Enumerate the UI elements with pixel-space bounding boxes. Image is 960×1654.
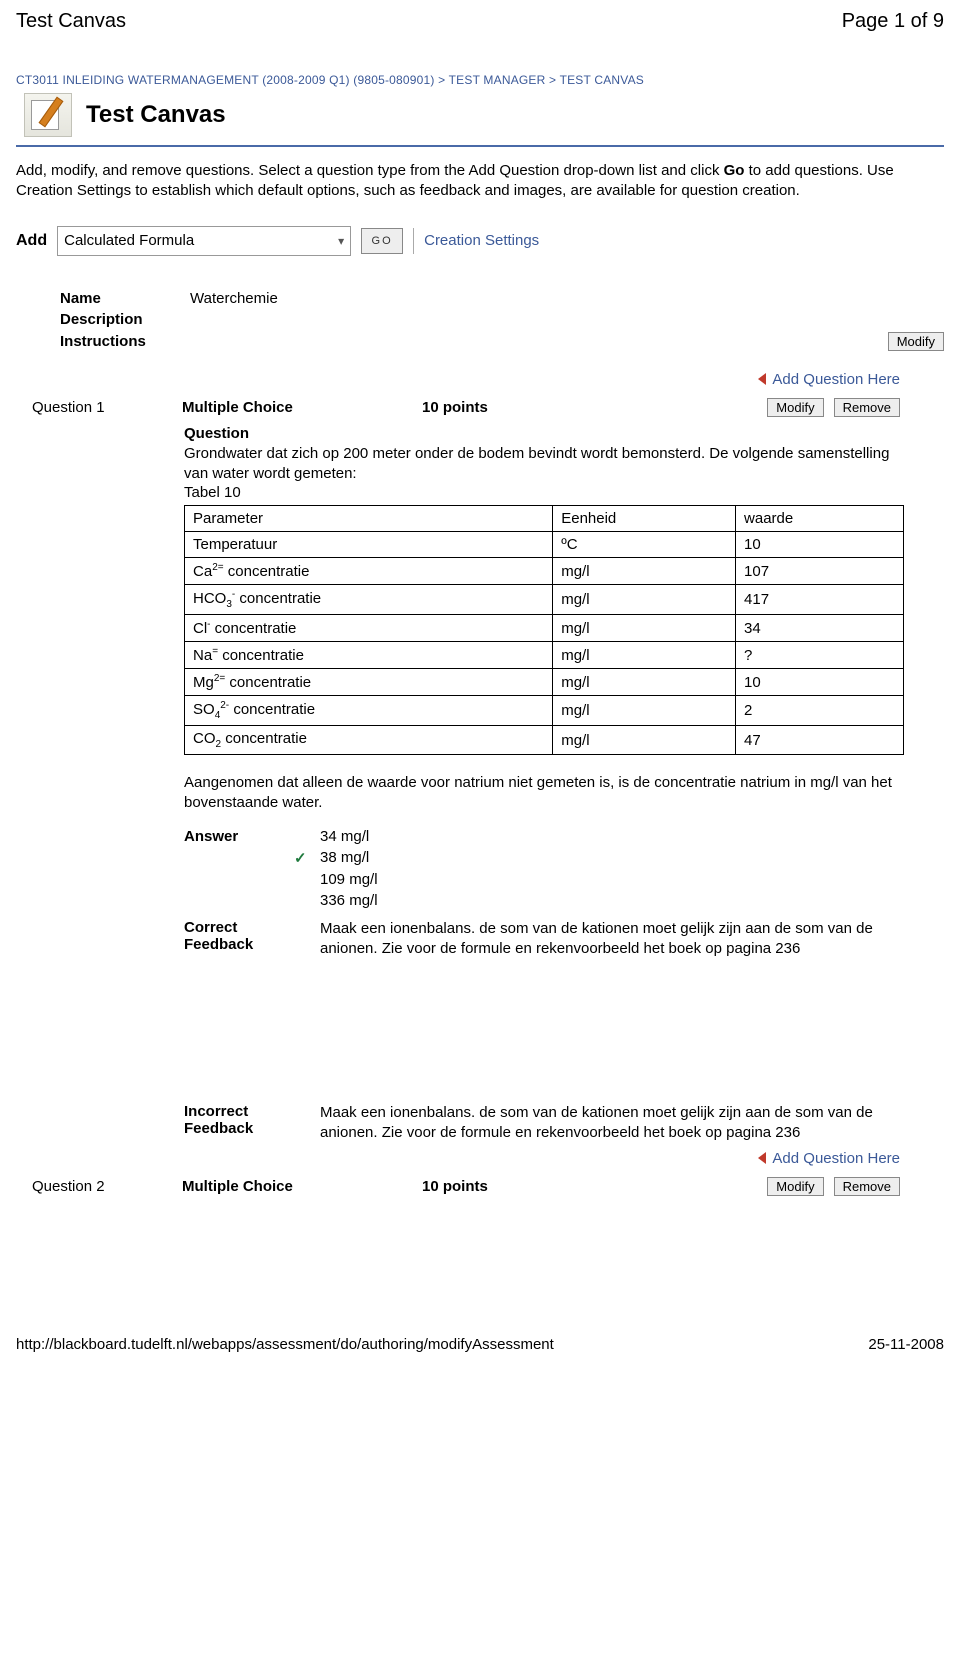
toolbar-divider [413,228,414,254]
table-row: Mg2= concentratiemg/l10 [185,669,904,696]
print-header: Test Canvas Page 1 of 9 [16,10,944,33]
question-label: Question [184,425,904,442]
question-type: Multiple Choice [182,399,422,416]
table-row: Ca2= concentratiemg/l107 [185,558,904,585]
question-points: 10 points [422,1178,662,1195]
question-points: 10 points [422,399,662,416]
test-canvas-icon [24,93,72,137]
remove-question-button[interactable]: Remove [834,1177,900,1196]
answer-label: Answer [184,828,294,845]
page-title: Test Canvas [86,101,226,129]
correct-answer-check-icon [294,828,320,845]
correct-feedback-label: CorrectFeedback [184,919,294,960]
question-header: Question 2 Multiple Choice 10 points Mod… [16,1177,944,1196]
description-label: Description [60,311,190,328]
breadcrumb-course[interactable]: CT3011 INLEIDING WATERMANAGEMENT (2008-2… [16,73,435,87]
name-label: Name [60,290,190,307]
col-value: waarde [736,506,904,532]
answer-option: 109 mg/l [320,871,904,888]
intro-text: Add, modify, and remove questions. Selec… [16,161,944,202]
breadcrumb-current: TEST CANVAS [560,73,644,87]
col-unit: Eenheid [553,506,736,532]
creation-settings-link[interactable]: Creation Settings [424,232,539,249]
print-header-left: Test Canvas [16,10,126,33]
answer-option: 38 mg/l [320,849,904,867]
remove-question-button[interactable]: Remove [834,398,900,417]
breadcrumb-manager[interactable]: TEST MANAGER [449,73,546,87]
question-number: Question 1 [16,399,182,416]
table-row: SO42- concentratiemg/l2 [185,696,904,726]
correct-feedback-text: Maak een ionenbalans. de som van de kati… [320,919,904,960]
print-header-right: Page 1 of 9 [842,10,944,33]
incorrect-feedback-text: Maak een ionenbalans. de som van de kati… [320,1103,904,1144]
footer-url: http://blackboard.tudelft.nl/webapps/ass… [16,1336,554,1353]
table-row: TemperatuurºC10 [185,532,904,558]
table-row: Na= concentratiemg/l? [185,642,904,669]
table-row: CO2 concentratiemg/l47 [185,726,904,755]
question-number: Question 2 [16,1178,182,1195]
print-footer: http://blackboard.tudelft.nl/webapps/ass… [16,1336,944,1353]
triangle-left-icon [758,373,766,385]
col-parameter: Parameter [185,506,553,532]
question-type: Multiple Choice [182,1178,422,1195]
modify-question-button[interactable]: Modify [767,398,823,417]
add-label: Add [16,232,47,250]
correct-answer-check-icon: ✓ [294,849,320,867]
table-caption: Tabel 10 [184,484,904,501]
title-divider [16,145,944,147]
correct-answer-check-icon [294,871,320,888]
breadcrumb: CT3011 INLEIDING WATERMANAGEMENT (2008-2… [16,73,944,87]
table-row: HCO3- concentratiemg/l417 [185,585,904,615]
footer-date: 25-11-2008 [868,1336,944,1353]
incorrect-feedback-label: IncorrectFeedback [184,1103,294,1144]
answer-option: 34 mg/l [320,828,904,845]
question-text: Grondwater dat zich op 200 meter onder d… [184,444,904,485]
name-value: Waterchemie [190,290,278,307]
answer-option: 336 mg/l [320,892,904,909]
correct-answer-check-icon [294,892,320,909]
add-question-here-link[interactable]: Add Question Here [772,371,900,388]
parameter-table: Parameter Eenheid waarde TemperatuurºC10… [184,505,904,755]
go-button[interactable]: GO [361,228,403,254]
question-text-2: Aangenomen dat alleen de waarde voor nat… [184,773,904,814]
modify-question-button[interactable]: Modify [767,1177,823,1196]
triangle-left-icon [758,1152,766,1164]
question-type-select[interactable]: Calculated Formula [57,226,351,256]
instructions-label: Instructions [60,333,190,350]
modify-meta-button[interactable]: Modify [888,332,944,351]
add-question-here-link[interactable]: Add Question Here [772,1150,900,1167]
question-type-value: Calculated Formula [64,232,194,249]
question-header: Question 1 Multiple Choice 10 points Mod… [16,398,944,417]
table-row: Cl- concentratiemg/l34 [185,615,904,642]
